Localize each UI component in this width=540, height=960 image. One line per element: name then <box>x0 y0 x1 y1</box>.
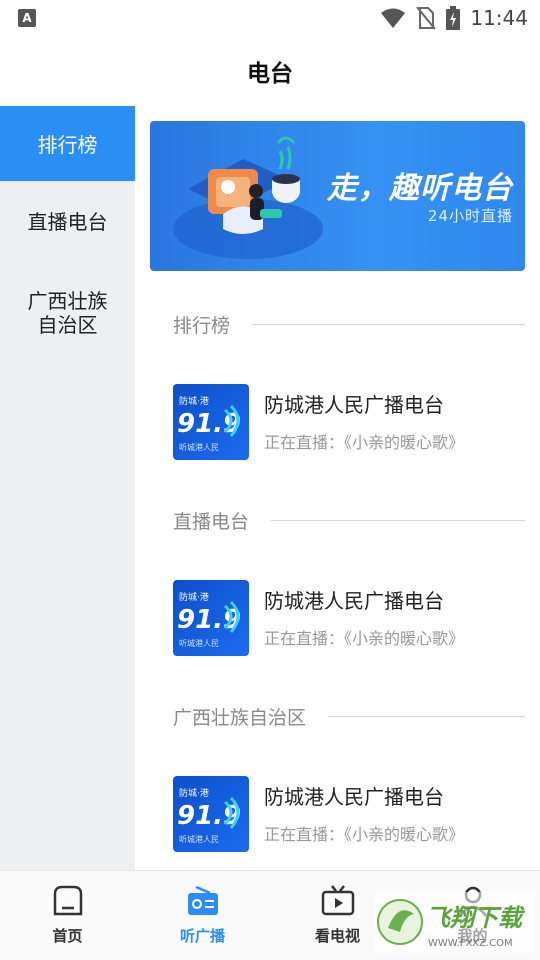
station-name: 防城港人民广播电台 <box>264 393 444 417</box>
nav-label: 首页 <box>52 927 83 945</box>
page-title: 电台 <box>247 61 293 87</box>
station-thumbnail: 防城·港 91.9 听城港人民 <box>173 776 249 852</box>
wifi-icon <box>381 8 406 28</box>
home-icon <box>53 885 82 916</box>
svg-text:听城港人民: 听城港人民 <box>179 834 219 844</box>
sidebar-item-label: 广西壮族自治区 <box>27 289 108 337</box>
section-title: 排行榜 <box>173 314 231 337</box>
a-icon: A <box>18 9 36 27</box>
divider <box>252 323 525 325</box>
promo-banner[interactable]: 走，趣听电台 24小时直播 <box>150 121 525 271</box>
svg-text:防城·港: 防城·港 <box>179 591 209 603</box>
station-name: 防城港人民广播电台 <box>264 589 444 613</box>
radio-icon <box>187 885 218 915</box>
person-listening-radio-illustration <box>173 136 323 259</box>
station-item[interactable]: 防城·港 91.9 听城港人民 防城港人民广播电台 正在直播：《小亲的暖心歌》 <box>173 384 525 460</box>
station-thumbnail: 防城·港 91.9 听城港人民 <box>173 580 249 656</box>
nav-label: 看电视 <box>314 927 360 945</box>
tv-icon <box>321 885 354 916</box>
station-live-text: 正在直播：《小亲的暖心歌》 <box>264 825 465 844</box>
section-header-live: 直播电台 <box>173 506 525 534</box>
svg-text:WWW.FXXZ.COM: WWW.FXXZ.COM <box>428 938 513 949</box>
title-bar: 电台 <box>0 36 540 106</box>
nav-label: 听广播 <box>179 927 225 945</box>
nav-radio[interactable]: 听广播 <box>135 871 270 960</box>
svg-text:听城港人民: 听城港人民 <box>179 638 219 648</box>
no-sim-icon <box>416 6 437 30</box>
battery-charging-icon <box>446 6 461 30</box>
sidebar-item-label: 排行榜 <box>37 133 98 157</box>
station-item[interactable]: 防城·港 91.9 听城港人民 防城港人民广播电台 正在直播：《小亲的暖心歌》 <box>173 776 525 852</box>
status-time: 11:44 <box>470 6 528 30</box>
sidebar: 排行榜 直播电台 广西壮族自治区 <box>0 106 135 870</box>
banner-subtitle: 24小时直播 <box>427 207 513 225</box>
sidebar-item-live[interactable]: 直播电台 <box>0 181 135 259</box>
svg-text:听城港人民: 听城港人民 <box>179 442 219 452</box>
section-title: 广西壮族自治区 <box>173 706 307 729</box>
sidebar-item-label: 直播电台 <box>27 209 108 234</box>
station-live-text: 正在直播：《小亲的暖心歌》 <box>264 629 465 648</box>
watermark-logo: 飞翔下载 WWW.FXXZ.COM <box>374 892 534 954</box>
status-bar: A 11:44 <box>0 0 540 36</box>
station-name: 防城港人民广播电台 <box>264 785 444 809</box>
station-item[interactable]: 防城·港 91.9 听城港人民 防城港人民广播电台 正在直播：《小亲的暖心歌》 <box>173 580 525 656</box>
station-logo-icon: 防城·港 91.9 听城港人民 <box>177 591 241 648</box>
sidebar-item-ranking[interactable]: 排行榜 <box>0 106 135 181</box>
divider <box>271 519 525 521</box>
station-logo-icon: 防城·港 91.9 听城港人民 <box>177 395 241 452</box>
svg-text:飞翔下载: 飞翔下载 <box>426 904 526 932</box>
sidebar-item-guangxi[interactable]: 广西壮族自治区 <box>0 259 135 409</box>
station-live-text: 正在直播：《小亲的暖心歌》 <box>264 433 465 452</box>
section-header-guangxi: 广西壮族自治区 <box>173 702 525 730</box>
section-title: 直播电台 <box>173 510 250 533</box>
divider <box>328 715 525 717</box>
station-thumbnail: 防城·港 91.9 听城港人民 <box>173 384 249 460</box>
svg-text:防城·港: 防城·港 <box>179 787 209 799</box>
svg-text:防城·港: 防城·港 <box>179 395 209 407</box>
nav-home[interactable]: 首页 <box>0 871 135 960</box>
main-content: 走，趣听电台 24小时直播 排行榜 防城·港 91.9 听城港人民 防城港人民广… <box>135 106 540 870</box>
section-header-ranking: 排行榜 <box>173 310 525 338</box>
station-logo-icon: 防城·港 91.9 听城港人民 <box>177 787 241 844</box>
banner-title: 走，趣听电台 <box>327 171 513 206</box>
